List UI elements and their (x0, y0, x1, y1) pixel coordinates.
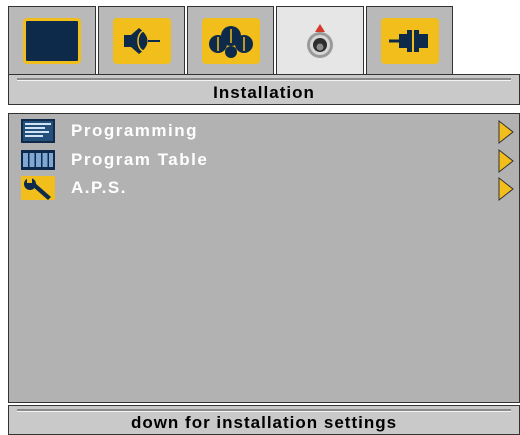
tv-screen-icon (23, 17, 81, 64)
installation-icon (291, 17, 349, 64)
wrench-icon (21, 176, 55, 201)
header-divider (17, 78, 511, 80)
menu-item-label: A.P.S. (71, 178, 127, 198)
header-bar: Installation (8, 74, 520, 105)
program-table-icon (21, 148, 55, 172)
tab-installation[interactable] (276, 6, 364, 74)
menu-list: Programming Program Table A.P.S. (21, 117, 519, 203)
menu-item-label: Program Table (71, 149, 209, 169)
menu-item-label: Programming (71, 121, 199, 141)
footer-divider (17, 409, 511, 411)
menu-item-program-table[interactable]: Program Table (21, 146, 519, 175)
features-icon (201, 17, 260, 64)
tab-picture[interactable] (8, 6, 96, 74)
chevron-right-icon (498, 148, 514, 173)
speaker-icon (112, 17, 171, 64)
footer-hint: down for installation settings (130, 413, 398, 432)
page-title: Installation (213, 83, 315, 102)
menu-item-aps[interactable]: A.P.S. (21, 174, 519, 203)
chevron-right-icon (498, 120, 514, 144)
connector-icon (380, 17, 439, 64)
tab-connections[interactable] (366, 6, 453, 74)
programming-icon (21, 119, 55, 144)
menu-item-programming[interactable]: Programming (21, 117, 519, 146)
tab-sound[interactable] (98, 6, 185, 74)
chevron-right-icon (498, 177, 514, 201)
footer-hint-bar: down for installation settings (8, 405, 520, 435)
menu-tabs (8, 6, 455, 74)
menu-panel: Programming Program Table A.P.S. (8, 113, 520, 403)
tab-features[interactable] (187, 6, 274, 74)
